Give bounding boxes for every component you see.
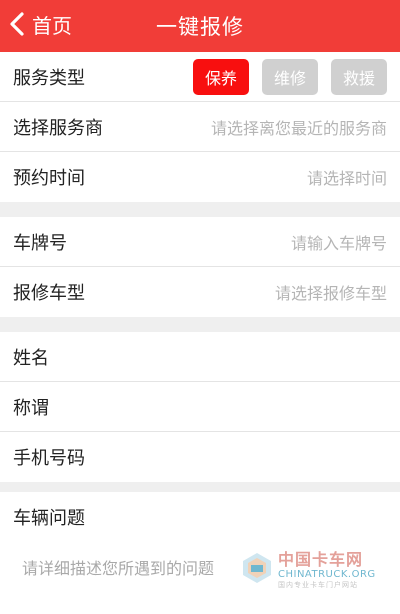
service-provider-row[interactable]: 选择服务商 请选择离您最近的服务商 — [0, 102, 400, 152]
service-provider-label: 选择服务商 — [13, 117, 103, 139]
phone-row[interactable]: 手机号码 — [0, 432, 400, 482]
watermark-subtitle: 国内专业卡车门户网站 — [278, 580, 358, 589]
service-type-row: 服务类型 保养 维修 救援 — [0, 52, 400, 102]
truck-logo-icon — [240, 551, 274, 589]
service-provider-placeholder: 请选择离您最近的服务商 — [210, 118, 387, 138]
watermark-logo: 中国卡车网 CHINATRUCK.ORG 国内专业卡车门户网站 — [240, 544, 400, 596]
app-header: 首页 一键报修 — [0, 0, 400, 52]
contact-group: 姓名 称谓 手机号码 — [0, 332, 400, 482]
honorific-row[interactable]: 称谓 — [0, 382, 400, 432]
problem-group: 车辆问题 — [0, 492, 400, 542]
vehicle-model-row[interactable]: 报修车型 请选择报修车型 — [0, 267, 400, 317]
plate-number-placeholder: 请输入车牌号 — [290, 233, 387, 253]
vehicle-model-label: 报修车型 — [13, 283, 85, 304]
vehicle-problem-row: 车辆问题 — [0, 492, 400, 542]
problem-description-placeholder: 请详细描述您所遇到的问题 — [22, 559, 215, 578]
page-title: 一键报修 — [156, 15, 244, 39]
appointment-time-placeholder: 请选择时间 — [306, 169, 387, 188]
plate-number-label: 车牌号 — [13, 232, 67, 254]
service-option-maintenance-button[interactable]: 保养 — [193, 58, 249, 95]
plate-number-row[interactable]: 车牌号 请输入车牌号 — [0, 217, 400, 267]
service-option-rescue-button[interactable]: 救援 — [331, 58, 387, 95]
vehicle-group: 车牌号 请输入车牌号 报修车型 请选择报修车型 — [0, 217, 400, 317]
service-group: 服务类型 保养 维修 救援 选择服务商 请选择离您最近的服务商 预约时间 请选择… — [0, 52, 400, 202]
phone-label: 手机号码 — [13, 448, 85, 469]
appointment-time-row[interactable]: 预约时间 请选择时间 — [0, 152, 400, 202]
vehicle-problem-label: 车辆问题 — [13, 508, 85, 529]
service-type-options: 保养 维修 救援 — [180, 58, 387, 95]
vehicle-model-placeholder: 请选择报修车型 — [274, 284, 387, 303]
service-option-repair-button[interactable]: 维修 — [262, 58, 318, 95]
appointment-time-label: 预约时间 — [13, 168, 85, 189]
watermark-chinese: 中国卡车网 — [278, 549, 364, 569]
service-type-label: 服务类型 — [13, 67, 85, 89]
honorific-label: 称谓 — [13, 397, 49, 419]
watermark-english: CHINATRUCK.ORG — [278, 568, 376, 580]
name-row[interactable]: 姓名 — [0, 332, 400, 382]
name-label: 姓名 — [13, 347, 49, 369]
